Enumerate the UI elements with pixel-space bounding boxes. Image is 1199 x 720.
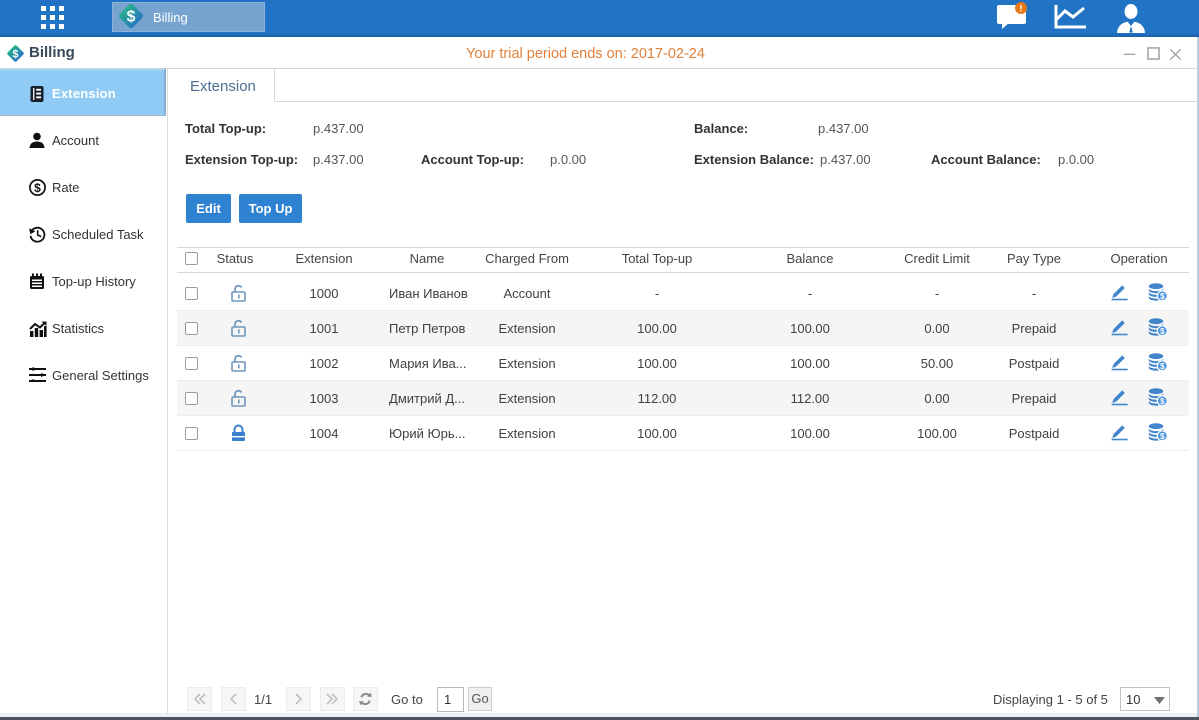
svg-text:$: $ — [34, 181, 41, 195]
svg-text:$: $ — [127, 9, 136, 26]
svg-text:!: ! — [1019, 4, 1022, 15]
